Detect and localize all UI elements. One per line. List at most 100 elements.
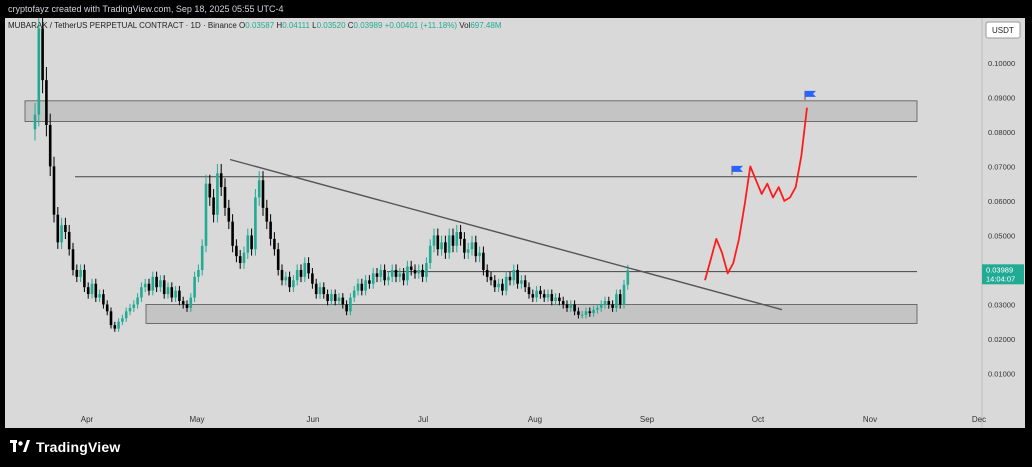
y-tick-label: 0.06000 xyxy=(988,197,1015,206)
price-axis[interactable] xyxy=(982,18,1025,428)
y-tick-label: 0.08000 xyxy=(988,128,1015,137)
candle-body xyxy=(159,280,162,288)
candle-body xyxy=(71,249,75,270)
candle-body xyxy=(189,297,193,308)
y-tick-label: 0.02000 xyxy=(988,335,1015,344)
candle-body xyxy=(356,283,360,291)
candle-body xyxy=(341,297,345,305)
candle-body xyxy=(136,297,139,305)
candle-body xyxy=(531,294,535,298)
candle-body xyxy=(592,309,595,314)
candle-body xyxy=(181,301,185,305)
candle-body xyxy=(292,280,295,288)
candle-body xyxy=(436,235,440,250)
candle-body xyxy=(603,301,607,305)
candle-body xyxy=(470,242,474,250)
candle-body xyxy=(516,269,519,284)
candle-body xyxy=(208,183,212,198)
candle-body xyxy=(60,225,63,243)
candle-body xyxy=(497,283,500,288)
candle-body xyxy=(52,166,56,215)
x-tick-label: Nov xyxy=(863,415,877,424)
candle-body xyxy=(269,221,272,239)
candle-body xyxy=(478,252,481,257)
candle-body xyxy=(550,294,554,302)
candle-body xyxy=(193,276,196,298)
brand-name: TradingView xyxy=(36,439,121,455)
chart-panel[interactable]: MUBARAK / TetherUS PERPETUAL CONTRACT · … xyxy=(5,18,1025,428)
countdown-text: 14:04:07 xyxy=(986,274,1015,283)
candle-body xyxy=(83,269,86,288)
candle-body xyxy=(166,287,170,295)
tradingview-logo[interactable]: TradingView xyxy=(10,439,120,455)
candle-body xyxy=(64,225,67,232)
flag-icon[interactable] xyxy=(732,165,743,172)
candle-body xyxy=(482,252,485,270)
candle-body xyxy=(580,314,584,316)
candle-body xyxy=(117,321,120,329)
candle-body xyxy=(75,269,79,277)
candle-body xyxy=(311,273,314,284)
candle-body xyxy=(394,269,398,277)
candle-body xyxy=(413,269,417,274)
candle-body xyxy=(421,269,424,277)
candle-body xyxy=(508,276,512,281)
candle-body xyxy=(273,238,276,250)
candle-body xyxy=(200,245,204,270)
candle-body xyxy=(98,294,101,298)
candle-body xyxy=(280,269,284,281)
candle-body xyxy=(140,287,143,298)
candle-body xyxy=(432,235,436,246)
candle-body xyxy=(349,297,352,312)
x-tick-label: May xyxy=(189,415,204,424)
candle-body xyxy=(447,235,451,253)
candle-body xyxy=(455,231,459,246)
candle-body xyxy=(333,294,337,302)
supply-demand-zone[interactable] xyxy=(24,100,918,122)
candle-body xyxy=(261,180,265,208)
candle-body xyxy=(299,269,303,277)
candle-body xyxy=(170,287,174,298)
candle-body xyxy=(219,173,223,188)
flag-icon[interactable] xyxy=(805,90,816,97)
currency-button-label: USDT xyxy=(992,26,1014,35)
price-chart[interactable]: MUBARAK / TetherUS PERPETUAL CONTRACT · … xyxy=(5,18,1025,428)
candle-body xyxy=(451,235,455,246)
candle-body xyxy=(618,294,622,305)
candle-body xyxy=(143,283,147,288)
x-tick-label: Aug xyxy=(528,415,542,424)
candle-body xyxy=(330,294,333,302)
x-tick-label: Oct xyxy=(752,415,765,424)
candle-body xyxy=(417,269,421,274)
candle-body xyxy=(33,114,37,130)
y-tick-label: 0.07000 xyxy=(988,162,1015,171)
candle-body xyxy=(204,183,208,246)
candle-body xyxy=(128,307,132,312)
candle-body xyxy=(147,283,151,291)
candle-body xyxy=(45,80,48,125)
candle-body xyxy=(554,297,557,302)
symbol-legend: MUBARAK / TetherUS PERPETUAL CONTRACT · … xyxy=(8,21,502,30)
supply-demand-zone[interactable] xyxy=(145,304,918,324)
candle-body xyxy=(227,207,231,222)
candle-body xyxy=(113,325,117,329)
candle-body xyxy=(425,263,428,277)
candle-body xyxy=(94,283,98,298)
candle-body xyxy=(48,124,52,167)
candle-body xyxy=(607,301,611,305)
candle-body xyxy=(178,290,181,302)
candle-body xyxy=(41,28,44,81)
projection-path[interactable] xyxy=(704,107,808,281)
candle-body xyxy=(577,311,580,315)
x-tick-label: Dec xyxy=(972,415,986,424)
candle-body xyxy=(573,304,576,312)
candle-body xyxy=(406,266,409,281)
candle-body xyxy=(390,269,394,277)
candle-body xyxy=(345,304,348,312)
candle-body xyxy=(561,301,565,305)
candle-body xyxy=(527,287,531,295)
candle-body xyxy=(520,280,523,284)
candle-body xyxy=(493,280,497,288)
candle-body xyxy=(121,318,124,322)
candle-body xyxy=(216,173,219,215)
